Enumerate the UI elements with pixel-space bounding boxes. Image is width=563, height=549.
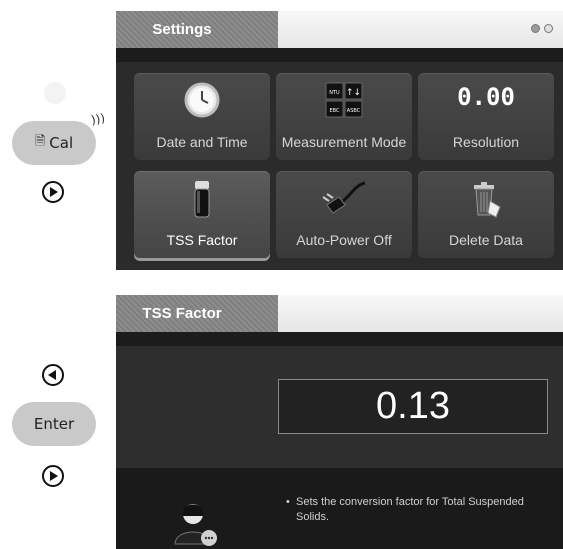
right-arrow-button-2[interactable] [42,465,64,487]
faded-indicator [44,82,66,104]
svg-text:↑↓: ↑↓ [346,88,361,98]
info-description: Sets the conversion factor for Total Sus… [296,496,524,523]
left-arrow-button[interactable] [42,364,64,386]
ntu-icon-text: NTU [329,90,340,96]
tile-date-and-time[interactable]: Date and Time [134,73,270,160]
tss-factor-screen: TSS Factor 0.13 • Sets the conversion fa… [116,295,563,549]
enter-button[interactable]: Enter [12,402,96,446]
power-plug-icon [322,181,366,214]
tile-label: TSS Factor [166,232,238,248]
measurement-mode-icon: NTU ↑↓ EBC ASBC [325,82,363,118]
signal-waves-icon: ))) [89,110,107,128]
settings-screen: Settings Date and Time NTU ↑↓ EBC ASBC M… [116,11,563,270]
resolution-icon: 0.00 [457,83,515,111]
window-dot-icon[interactable] [544,24,553,33]
clock-icon [184,82,220,118]
document-icon: 🗎 [34,134,46,149]
screen-title: Settings [116,11,278,48]
tile-label: Measurement Mode [281,134,407,150]
tss-factor-value[interactable]: 0.13 [278,379,548,434]
tile-auto-power-off[interactable]: Auto-Power Off [276,171,412,258]
asbc-icon-text: ASBC [347,108,361,114]
header-band [116,332,563,346]
play-left-icon [48,370,56,380]
cal-button[interactable]: 🗎 Cal [12,121,96,165]
vial-icon [194,181,210,218]
tile-resolution[interactable]: 0.00 Resolution [418,73,554,160]
window-controls [531,24,553,33]
tile-delete-data[interactable]: Delete Data [418,171,554,258]
tile-tss-factor[interactable]: TSS Factor [134,171,270,258]
screen-title: TSS Factor [116,295,278,332]
right-arrow-button[interactable] [42,181,64,203]
tile-label: Date and Time [156,134,248,150]
play-right-icon [50,471,58,481]
play-right-icon [50,187,58,197]
tile-measurement-mode[interactable]: NTU ↑↓ EBC ASBC Measurement Mode [276,73,412,160]
tile-label: Resolution [452,134,520,150]
enter-button-label: Enter [33,415,75,433]
tile-label: Auto-Power Off [296,232,392,248]
header-band [116,48,563,62]
user-support-icon [174,504,217,546]
ebc-icon-text: EBC [330,108,341,114]
cal-button-label: Cal [49,134,74,152]
info-text: • Sets the conversion factor for Total S… [286,496,524,523]
tile-label: Delete Data [449,232,523,248]
window-dot-icon[interactable] [531,24,540,33]
trash-icon [474,182,501,218]
